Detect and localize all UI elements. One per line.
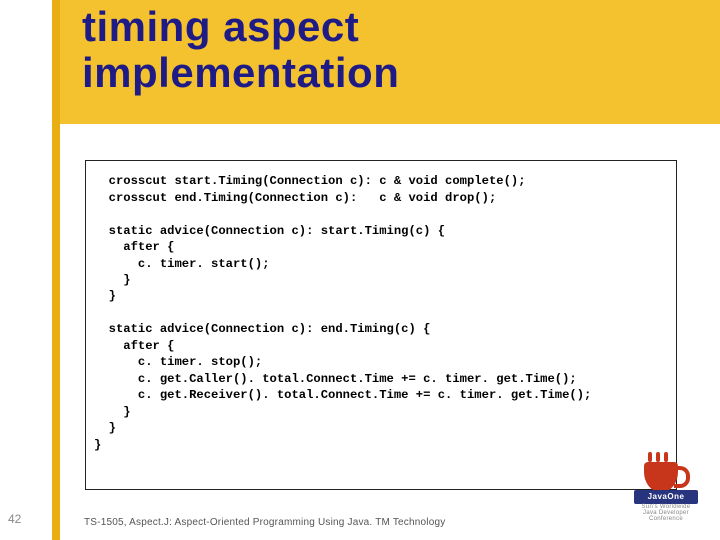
javaone-logo: JavaOne Sun's Worldwide Java Developer C… [634,456,698,510]
logo-sub-text: Sun's Worldwide Java Developer Conferenc… [634,504,698,522]
slide-title: timing aspect implementation [82,4,700,96]
slide-number: 42 [8,512,21,526]
logo-band-text: JavaOne [634,490,698,504]
title-line-1: timing aspect [82,3,359,50]
title-line-2: implementation [82,49,399,96]
code-block: crosscut start.Timing(Connection c): c &… [85,160,677,490]
steam-icon [648,452,652,462]
left-accent-bar [52,0,60,540]
cup-icon [644,462,678,492]
footer-text: TS-1505, Aspect.J: Aspect-Oriented Progr… [84,517,445,528]
title-band: timing aspect implementation [60,0,720,124]
left-margin [0,0,52,540]
